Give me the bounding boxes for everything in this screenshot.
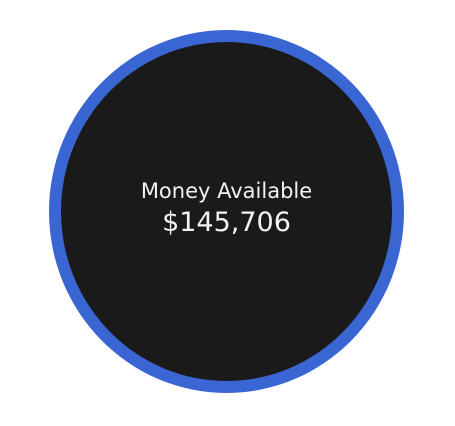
money-available-disc: Money Available $145,706 [61,42,392,381]
money-widget-stage: Money Available $145,706 [0,0,455,426]
money-available-amount: $145,706 [162,206,291,238]
money-available-label: Money Available [140,178,313,203]
money-available-ring: Money Available $145,706 [49,30,404,393]
